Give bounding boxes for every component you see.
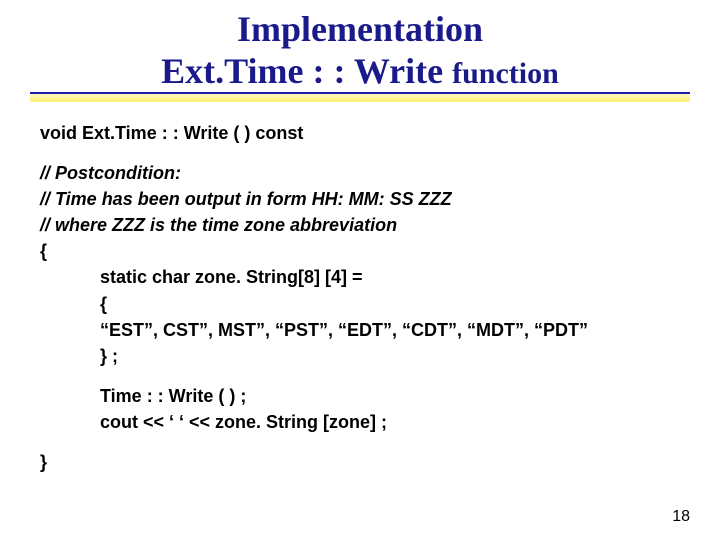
title-underline	[30, 92, 690, 102]
body-line1: static char zone. String[8] [4] =	[40, 264, 680, 290]
code-content: void Ext.Time : : Write ( ) const // Pos…	[0, 102, 720, 475]
body-line2: {	[40, 291, 680, 317]
body-line4: } ;	[40, 343, 680, 369]
yellow-highlight-bar	[30, 94, 690, 102]
body-line3: “EST”, CST”, MST”, “PST”, “EDT”, “CDT”, …	[40, 317, 680, 343]
blue-underline	[30, 92, 690, 94]
call-line2: cout << ‘ ‘ << zone. String [zone] ;	[40, 409, 680, 435]
title-line2-main: Ext.Time : : Write	[161, 51, 452, 91]
close-brace: }	[40, 449, 680, 475]
postcondition-line3: // where ZZZ is the time zone abbreviati…	[40, 212, 680, 238]
function-signature: void Ext.Time : : Write ( ) const	[40, 120, 680, 146]
title-line2-func: function	[452, 57, 559, 90]
title-line2: Ext.Time : : Write function	[0, 50, 720, 92]
open-brace: {	[40, 238, 680, 264]
title-line1: Implementation	[0, 8, 720, 50]
call-line1: Time : : Write ( ) ;	[40, 383, 680, 409]
postcondition-line1: // Postcondition:	[40, 160, 680, 186]
page-number: 18	[672, 508, 690, 526]
slide-title: Implementation Ext.Time : : Write functi…	[0, 0, 720, 92]
postcondition-line2: // Time has been output in form HH: MM: …	[40, 186, 680, 212]
